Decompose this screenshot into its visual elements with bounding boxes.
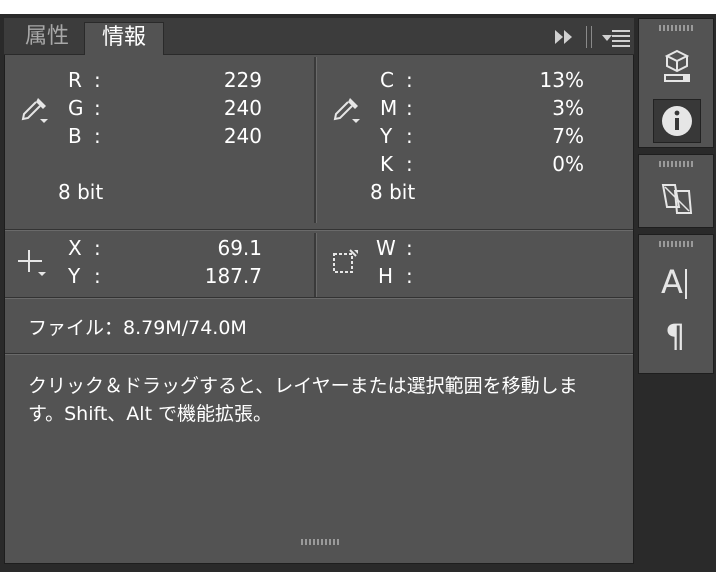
cmyk-bit-depth: 8 bit bbox=[370, 180, 416, 204]
dock-info-button[interactable] bbox=[653, 99, 701, 143]
character-icon: A bbox=[661, 263, 683, 301]
rgb-value-b: 240 bbox=[223, 124, 262, 148]
tab-bar-separator bbox=[586, 26, 592, 48]
size-label-w: W bbox=[376, 236, 396, 260]
selection-size-icon bbox=[333, 249, 358, 273]
rgb-colon-r: : bbox=[94, 68, 101, 92]
dock-group-3: A ¶ bbox=[638, 234, 714, 374]
divider-horizontal-2 bbox=[5, 297, 633, 299]
rgb-value-r: 229 bbox=[223, 68, 262, 92]
cmyk-colon-y: : bbox=[406, 124, 413, 148]
info-icon bbox=[662, 106, 692, 136]
rgb-value-g: 240 bbox=[223, 96, 262, 120]
3d-cube-icon bbox=[664, 49, 690, 82]
rgb-colon-b: : bbox=[94, 124, 101, 148]
position-colon-y: : bbox=[94, 264, 101, 288]
divider-vertical-top bbox=[314, 57, 317, 223]
cmyk-colon-m: : bbox=[406, 96, 413, 120]
paragraph-icon: ¶ bbox=[665, 317, 686, 355]
tab-properties[interactable]: 属性 bbox=[10, 22, 84, 54]
panel-menu-icon[interactable] bbox=[600, 22, 630, 52]
size-colon-h: : bbox=[406, 264, 413, 288]
cmyk-colon-c: : bbox=[406, 68, 413, 92]
dock-3d-button[interactable] bbox=[653, 45, 701, 89]
dock-clone-source-button[interactable] bbox=[653, 177, 701, 221]
position-value-x: 69.1 bbox=[217, 236, 262, 260]
dock-group-grip-3[interactable] bbox=[659, 241, 695, 247]
dock-group-1 bbox=[638, 18, 714, 148]
rgb-colon-g: : bbox=[94, 96, 101, 120]
cmyk-value-k: 0% bbox=[552, 152, 584, 176]
size-label-h: H bbox=[378, 264, 394, 288]
size-colon-w: : bbox=[406, 236, 413, 260]
cmyk-value-m: 3% bbox=[552, 96, 584, 120]
divider-vertical-mid bbox=[314, 233, 317, 297]
panel-dock-sidebar: A ¶ bbox=[638, 14, 716, 572]
cmyk-value-y: 7% bbox=[552, 124, 584, 148]
divider-horizontal-1 bbox=[5, 229, 633, 231]
dock-group-grip[interactable] bbox=[659, 25, 695, 31]
dock-paragraph-button[interactable]: ¶ bbox=[653, 315, 701, 359]
panel-resize-grip[interactable] bbox=[301, 539, 341, 545]
cmyk-colon-k: : bbox=[406, 152, 413, 176]
dock-group-2 bbox=[638, 154, 714, 228]
file-info-text: ファイル：8.79M/74.0M bbox=[28, 317, 247, 339]
text-cursor-icon bbox=[685, 269, 687, 299]
dock-character-button[interactable]: A bbox=[653, 261, 701, 305]
crosshair-icon bbox=[18, 250, 46, 276]
cmyk-value-c: 13% bbox=[539, 68, 584, 92]
collapse-panel-icon[interactable] bbox=[552, 22, 578, 52]
rgb-bit-depth: 8 bit bbox=[58, 180, 104, 204]
panel-tab-bar: 属性 情報 bbox=[4, 18, 634, 55]
position-colon-x: : bbox=[94, 236, 101, 260]
clone-source-icon bbox=[661, 184, 693, 214]
dock-group-grip-2[interactable] bbox=[659, 161, 695, 167]
divider-horizontal-3 bbox=[5, 353, 633, 355]
tab-info[interactable]: 情報 bbox=[84, 22, 164, 55]
eyedropper-cmyk-icon[interactable] bbox=[332, 95, 362, 125]
hint-text-line2: す。Shift、Alt で機能拡張。 bbox=[28, 403, 273, 425]
position-value-y: 187.7 bbox=[204, 264, 262, 288]
eyedropper-rgb-icon[interactable] bbox=[20, 95, 50, 125]
hint-text-line1: クリック＆ドラッグすると、レイヤーまたは選択範囲を移動しま bbox=[28, 375, 578, 397]
